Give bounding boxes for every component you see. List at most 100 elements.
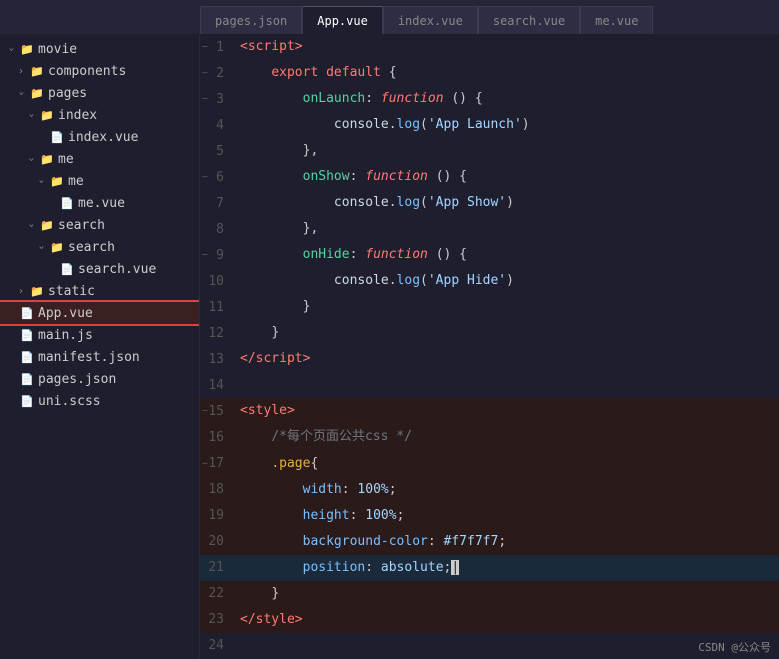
line-number: 8 bbox=[200, 216, 236, 242]
code-line-13: 13 </script> bbox=[200, 346, 779, 372]
sidebar-item-me-subfolder[interactable]: 📁 me bbox=[0, 170, 199, 192]
sidebar-item-index-vue[interactable]: 📄 index.vue bbox=[0, 126, 199, 148]
line-content: console.log('App Launch') bbox=[236, 112, 779, 138]
sidebar-item-label: search.vue bbox=[78, 262, 156, 277]
line-number: 23 bbox=[200, 607, 236, 633]
line-number: 19 bbox=[200, 503, 236, 529]
line-content: </style> bbox=[236, 607, 779, 633]
sidebar-item-label: index.vue bbox=[68, 130, 138, 145]
line-number: 12 bbox=[200, 320, 236, 346]
sidebar-item-me-vue[interactable]: 📄 me.vue bbox=[0, 192, 199, 214]
code-line-21: 21 position: absolute;| bbox=[200, 555, 779, 581]
sidebar-item-label: me bbox=[58, 152, 74, 167]
line-content: height: 100%; bbox=[236, 503, 779, 529]
folder-icon: 📁 bbox=[20, 42, 34, 56]
sidebar-item-manifest-json[interactable]: 📄 manifest.json bbox=[0, 346, 199, 368]
code-line-11: 11 } bbox=[200, 294, 779, 320]
file-icon: 📄 bbox=[20, 394, 34, 408]
code-line-12: 12 } bbox=[200, 320, 779, 346]
code-line-24: 24 bbox=[200, 633, 779, 659]
file-icon: 📄 bbox=[20, 328, 34, 342]
line-content: position: absolute;| bbox=[236, 555, 779, 581]
line-number: −17 bbox=[200, 451, 236, 477]
sidebar-item-label: components bbox=[48, 64, 126, 79]
arrow-icon bbox=[38, 242, 50, 253]
code-line-6: −6 onShow: function () { bbox=[200, 164, 779, 190]
line-number: −6 bbox=[200, 164, 236, 190]
line-number: 13 bbox=[200, 346, 236, 372]
line-number: 10 bbox=[200, 268, 236, 294]
code-line-7: 7 console.log('App Show') bbox=[200, 190, 779, 216]
line-number: 5 bbox=[200, 138, 236, 164]
tab-me-vue[interactable]: me.vue bbox=[580, 6, 653, 34]
line-number: 7 bbox=[200, 190, 236, 216]
sidebar-item-search-subfolder[interactable]: 📁 search bbox=[0, 236, 199, 258]
arrow-icon bbox=[28, 220, 40, 231]
watermark: CSDN @公众号 bbox=[698, 639, 771, 655]
folder-icon: 📁 bbox=[30, 284, 44, 298]
sidebar-item-search-folder[interactable]: 📁 search bbox=[0, 214, 199, 236]
tab-pages-json[interactable]: pages.json bbox=[200, 6, 302, 34]
code-line-4: 4 console.log('App Launch') bbox=[200, 112, 779, 138]
line-content: console.log('App Hide') bbox=[236, 268, 779, 294]
sidebar-item-main-js[interactable]: 📄 main.js bbox=[0, 324, 199, 346]
main-layout: 📁 movie 📁 components 📁 pages 📁 index 📄 i… bbox=[0, 34, 779, 659]
tab-app-vue[interactable]: App.vue bbox=[302, 6, 383, 34]
sidebar-item-label: me bbox=[68, 174, 84, 189]
line-number: −2 bbox=[200, 60, 236, 86]
folder-icon: 📁 bbox=[50, 174, 64, 188]
code-line-1: −1 <script> bbox=[200, 34, 779, 60]
line-content: onLaunch: function () { bbox=[236, 86, 779, 112]
sidebar-item-pages-json[interactable]: 📄 pages.json bbox=[0, 368, 199, 390]
arrow-icon bbox=[18, 286, 30, 297]
code-content: −1 <script> −2 export default { −3 onLau… bbox=[200, 34, 779, 659]
sidebar-item-label: main.js bbox=[38, 328, 93, 343]
line-number: −1 bbox=[200, 34, 236, 60]
line-content: }, bbox=[236, 216, 779, 242]
sidebar-item-search-vue[interactable]: 📄 search.vue bbox=[0, 258, 199, 280]
sidebar-item-label: movie bbox=[38, 42, 77, 57]
line-content: </script> bbox=[236, 346, 779, 372]
code-line-18: 18 width: 100%; bbox=[200, 477, 779, 503]
sidebar-item-index-folder[interactable]: 📁 index bbox=[0, 104, 199, 126]
file-icon: 📄 bbox=[20, 306, 34, 320]
sidebar-item-label: pages bbox=[48, 86, 87, 101]
line-content: .page{ bbox=[236, 451, 779, 477]
code-line-9: −9 onHide: function () { bbox=[200, 242, 779, 268]
code-editor[interactable]: −1 <script> −2 export default { −3 onLau… bbox=[200, 34, 779, 659]
line-content: onHide: function () { bbox=[236, 242, 779, 268]
file-icon: 📄 bbox=[20, 372, 34, 386]
line-content: export default { bbox=[236, 60, 779, 86]
file-icon: 📄 bbox=[60, 196, 74, 210]
file-icon: 📄 bbox=[20, 350, 34, 364]
line-content: <script> bbox=[236, 34, 779, 60]
line-number: 24 bbox=[200, 633, 236, 659]
sidebar-item-label: search bbox=[58, 218, 105, 233]
sidebar-item-components[interactable]: 📁 components bbox=[0, 60, 199, 82]
line-number: 14 bbox=[200, 372, 236, 398]
folder-icon: 📁 bbox=[50, 240, 64, 254]
arrow-icon bbox=[18, 66, 30, 77]
tab-search-vue[interactable]: search.vue bbox=[478, 6, 580, 34]
code-line-10: 10 console.log('App Hide') bbox=[200, 268, 779, 294]
sidebar-item-uni-scss[interactable]: 📄 uni.scss bbox=[0, 390, 199, 412]
code-line-8: 8 }, bbox=[200, 216, 779, 242]
sidebar-item-pages[interactable]: 📁 pages bbox=[0, 82, 199, 104]
sidebar-item-static[interactable]: 📁 static bbox=[0, 280, 199, 302]
folder-icon: 📁 bbox=[30, 86, 44, 100]
folder-icon: 📁 bbox=[40, 152, 54, 166]
tab-index-vue[interactable]: index.vue bbox=[383, 6, 478, 34]
line-number: −3 bbox=[200, 86, 236, 112]
line-content: <style> bbox=[236, 398, 779, 424]
sidebar-item-label: App.vue bbox=[38, 306, 93, 321]
sidebar-item-me-folder[interactable]: 📁 me bbox=[0, 148, 199, 170]
line-number: 4 bbox=[200, 112, 236, 138]
sidebar-item-app-vue[interactable]: 📄 App.vue bbox=[0, 302, 199, 324]
sidebar-item-label: me.vue bbox=[78, 196, 125, 211]
code-line-3: −3 onLaunch: function () { bbox=[200, 86, 779, 112]
code-line-23: 23 </style> bbox=[200, 607, 779, 633]
line-content: }, bbox=[236, 138, 779, 164]
code-line-20: 20 background-color: #f7f7f7; bbox=[200, 529, 779, 555]
sidebar-item-movie[interactable]: 📁 movie bbox=[0, 38, 199, 60]
line-content bbox=[236, 372, 779, 398]
